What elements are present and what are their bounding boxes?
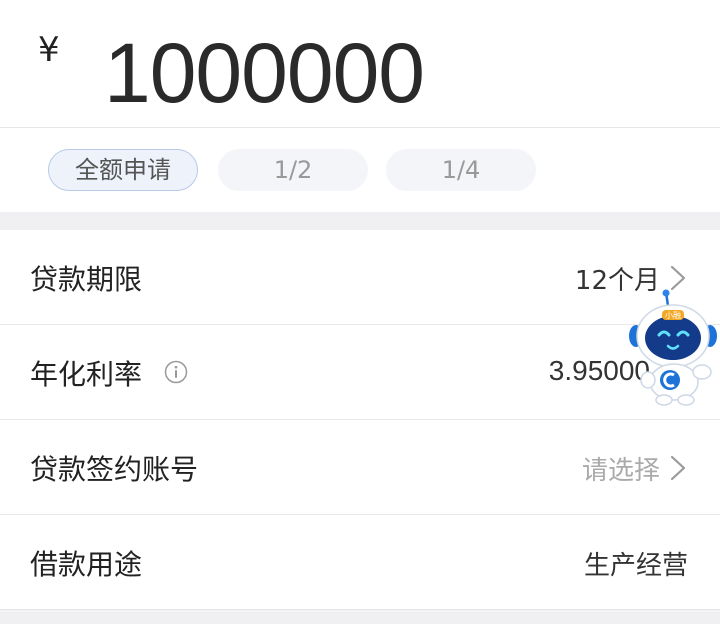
row-annual-rate: 年化利率 3.95000 [0,325,720,420]
amount-section: ¥ 1000000 [0,0,720,128]
chip-full-amount[interactable]: 全额申请 [48,149,198,191]
loan-form-list: 贷款期限 12个月 年化利率 3.95000 贷款签约账号 请选择 借款用途 生… [0,230,720,610]
loan-purpose-label: 借款用途 [30,548,143,581]
loan-amount-input[interactable]: 1000000 [104,28,425,118]
row-loan-term[interactable]: 贷款期限 12个月 [0,230,720,325]
row-loan-purpose[interactable]: 借款用途 生产经营 [0,515,720,610]
signing-account-placeholder: 请选择 [581,456,660,486]
section-gap [0,212,720,230]
loan-purpose-value: 生产经营 [583,551,688,581]
chevron-right-icon [670,455,686,481]
chip-quarter-amount[interactable]: 1/4 [386,149,536,191]
mascot-badge-text: 小融 [665,310,681,320]
loan-term-label: 贷款期限 [30,263,143,296]
quick-amount-chips: 全额申请 1/2 1/4 [0,128,720,212]
info-icon[interactable] [164,360,188,384]
signing-account-label: 贷款签约账号 [30,453,199,486]
currency-symbol: ¥ [38,30,60,70]
annual-rate-label: 年化利率 [30,358,143,391]
row-signing-account[interactable]: 贷款签约账号 请选择 [0,420,720,515]
assistant-robot-mascot[interactable]: 小融 [626,288,720,406]
chip-half-amount[interactable]: 1/2 [218,149,368,191]
bottom-gap [0,612,720,624]
